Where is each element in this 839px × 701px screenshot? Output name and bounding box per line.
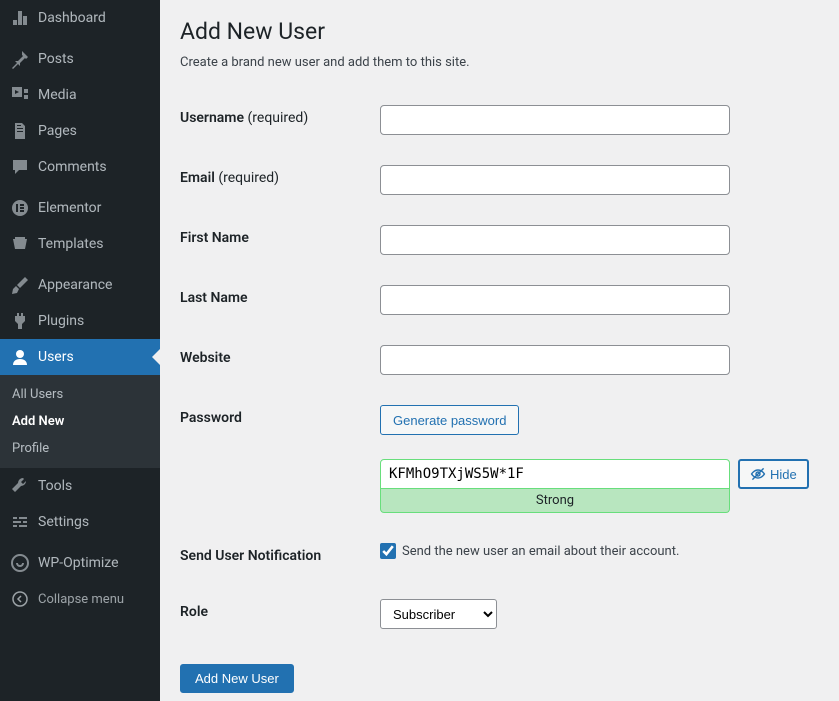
last-name-label: Last Name — [180, 270, 380, 330]
notification-text: Send the new user an email about their a… — [402, 544, 679, 559]
collapse-label: Collapse menu — [38, 592, 124, 607]
add-new-user-button[interactable]: Add New User — [180, 664, 294, 693]
brush-icon — [10, 275, 30, 295]
submenu-profile[interactable]: Profile — [0, 435, 160, 462]
username-label: Username (required) — [180, 90, 380, 150]
notification-label: Send User Notification — [180, 528, 380, 584]
website-input[interactable] — [380, 345, 730, 375]
sidebar-item-label: Plugins — [38, 313, 84, 329]
generate-password-button[interactable]: Generate password — [380, 405, 519, 435]
sidebar-item-templates[interactable]: Templates — [0, 226, 160, 262]
sidebar-item-label: Users — [38, 349, 74, 365]
sidebar-item-label: Settings — [38, 514, 89, 530]
optimize-icon — [10, 553, 30, 573]
page-description: Create a brand new user and add them to … — [180, 55, 819, 70]
sidebar-item-tools[interactable]: Tools — [0, 468, 160, 504]
collapse-menu[interactable]: Collapse menu — [0, 581, 160, 617]
plugin-icon — [10, 311, 30, 331]
website-label: Website — [180, 330, 380, 390]
sidebar-item-settings[interactable]: Settings — [0, 504, 160, 540]
sidebar-item-users[interactable]: Users — [0, 339, 160, 375]
dashboard-icon — [10, 8, 30, 28]
sidebar-item-label: WP-Optimize — [38, 555, 119, 571]
submenu-add-new[interactable]: Add New — [0, 408, 160, 435]
sidebar-item-label: Posts — [38, 51, 74, 67]
user-form-table: Username (required) Email (required) Fir… — [180, 90, 819, 644]
password-input[interactable] — [380, 459, 730, 489]
sidebar-item-label: Comments — [38, 159, 107, 175]
media-icon — [10, 85, 30, 105]
elementor-icon — [10, 198, 30, 218]
hide-button-label: Hide — [770, 467, 797, 482]
sidebar-item-label: Elementor — [38, 200, 101, 216]
sidebar-item-appearance[interactable]: Appearance — [0, 267, 160, 303]
first-name-label: First Name — [180, 210, 380, 270]
sidebar-item-wp-optimize[interactable]: WP-Optimize — [0, 545, 160, 581]
pages-icon — [10, 121, 30, 141]
password-label: Password — [180, 390, 380, 528]
sidebar-item-label: Media — [38, 87, 77, 103]
notification-checkbox-label[interactable]: Send the new user an email about their a… — [380, 543, 809, 559]
submenu-all-users[interactable]: All Users — [0, 381, 160, 408]
user-icon — [10, 347, 30, 367]
templates-icon — [10, 234, 30, 254]
sliders-icon — [10, 512, 30, 532]
eye-slash-icon — [750, 466, 766, 482]
sidebar-item-plugins[interactable]: Plugins — [0, 303, 160, 339]
sidebar-item-dashboard[interactable]: Dashboard — [0, 0, 160, 36]
sidebar-item-posts[interactable]: Posts — [0, 41, 160, 77]
page-title: Add New User — [180, 18, 819, 45]
last-name-input[interactable] — [380, 285, 730, 315]
role-label: Role — [180, 584, 380, 644]
first-name-input[interactable] — [380, 225, 730, 255]
role-select[interactable]: Subscriber — [380, 599, 497, 629]
sidebar-item-elementor[interactable]: Elementor — [0, 190, 160, 226]
email-input[interactable] — [380, 165, 730, 195]
main-content: Add New User Create a brand new user and… — [160, 0, 839, 701]
sidebar-item-media[interactable]: Media — [0, 77, 160, 113]
sidebar-item-pages[interactable]: Pages — [0, 113, 160, 149]
password-strength-indicator: Strong — [380, 489, 730, 513]
comments-icon — [10, 157, 30, 177]
pin-icon — [10, 49, 30, 69]
username-input[interactable] — [380, 105, 730, 135]
sidebar-item-label: Pages — [38, 123, 77, 139]
sidebar-item-label: Templates — [38, 236, 104, 252]
hide-password-button[interactable]: Hide — [738, 459, 809, 489]
notification-checkbox[interactable] — [380, 543, 396, 559]
sidebar-item-label: Appearance — [38, 277, 112, 293]
sidebar-item-comments[interactable]: Comments — [0, 149, 160, 185]
sidebar-item-label: Dashboard — [38, 10, 106, 26]
sidebar-item-label: Tools — [38, 478, 72, 494]
wrench-icon — [10, 476, 30, 496]
admin-sidebar: Dashboard Posts Media Pages Comments Ele… — [0, 0, 160, 701]
email-label: Email (required) — [180, 150, 380, 210]
users-submenu: All Users Add New Profile — [0, 375, 160, 468]
collapse-icon — [10, 589, 30, 609]
